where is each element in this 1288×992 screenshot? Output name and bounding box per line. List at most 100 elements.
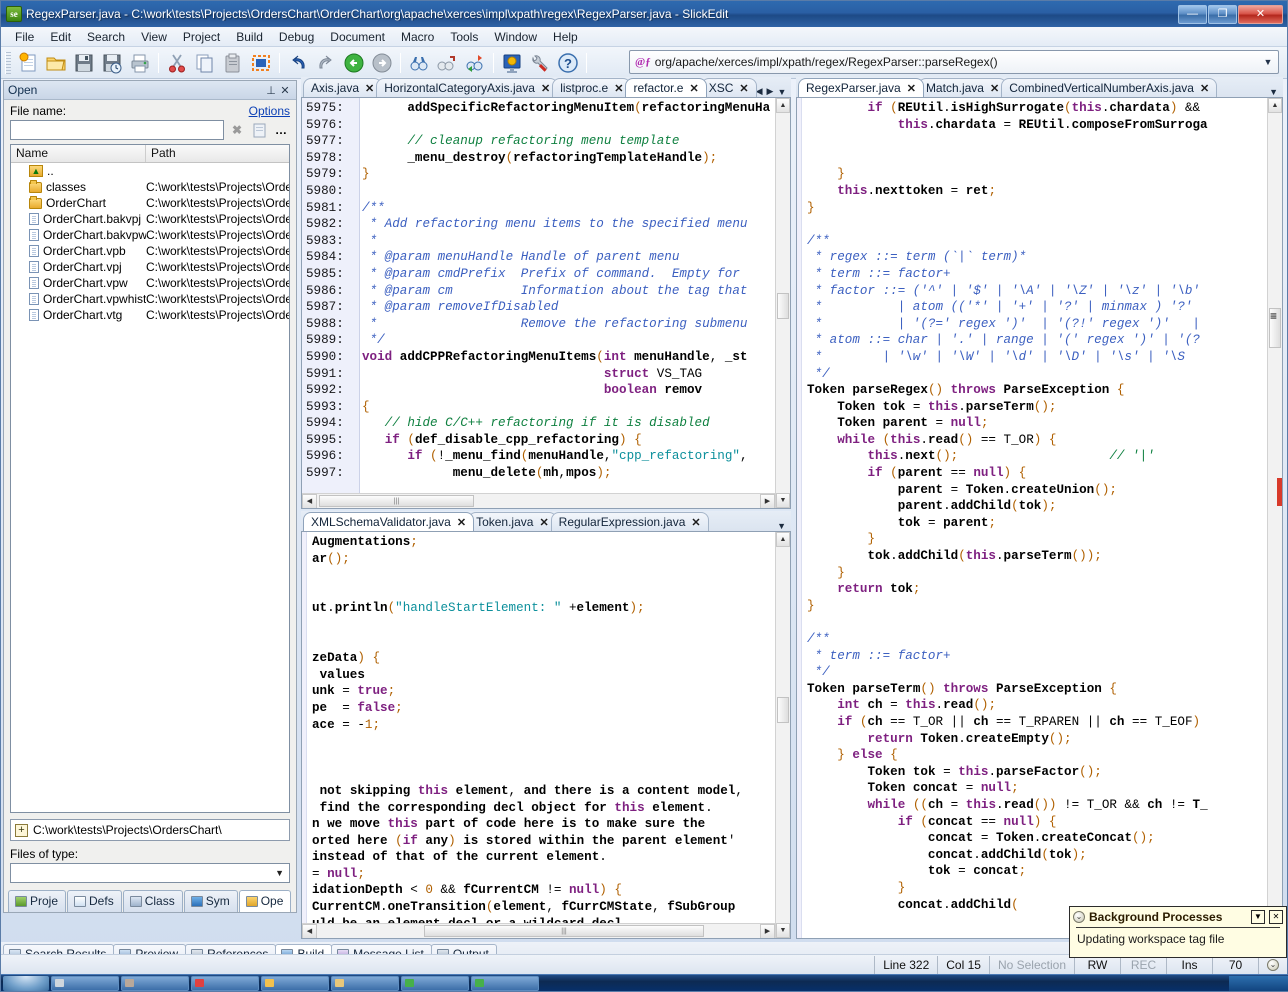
right-vscrollbar[interactable]: ▲ ≡ ▼ — [1267, 98, 1282, 938]
file-list-row[interactable]: ▲.. — [11, 163, 289, 179]
new-file-small-icon[interactable] — [250, 121, 268, 139]
scroll-thumb[interactable]: ||| — [319, 495, 474, 507]
editor-tab-combinedverticalnumberaxis-java[interactable]: CombinedVerticalNumberAxis.java ✕ — [1001, 78, 1218, 97]
center-bottom-code-pane[interactable]: Augmentations; ar(); ut.println("handleS… — [301, 531, 791, 939]
menu-debug[interactable]: Debug — [271, 28, 322, 46]
close-tab-icon[interactable]: ✕ — [365, 82, 374, 95]
editor-tab-xmlschemavalidator-java[interactable]: XMLSchemaValidator.java ✕ — [303, 512, 475, 531]
scroll-thumb[interactable] — [777, 293, 789, 319]
menu-project[interactable]: Project — [175, 28, 228, 46]
scroll-down-arrow[interactable]: ▼ — [776, 493, 790, 508]
taskbar-item[interactable] — [401, 975, 469, 991]
center-top-code-pane[interactable]: 5975: 5976: 5977: 5978: 5979: 5980: 5981… — [301, 97, 791, 509]
editor-tab-xsc[interactable]: XSC ✕ — [700, 78, 757, 97]
editor-tab-regexparser-java[interactable]: RegexParser.java ✕ — [798, 78, 924, 97]
file-list-row[interactable]: OrderChart.bakvpj C:\work\tests\Projects\… — [11, 211, 289, 227]
save-as-icon[interactable] — [99, 50, 125, 76]
tab-list-icon[interactable]: ▼ — [777, 87, 786, 97]
file-list-row[interactable]: classes C:\work\tests\Projects\OrdersC — [11, 179, 289, 195]
pin-icon[interactable]: ⊥ — [264, 84, 278, 97]
options-wrench-icon[interactable] — [527, 50, 553, 76]
menu-help[interactable]: Help — [545, 28, 586, 46]
close-tab-icon[interactable]: ✕ — [1200, 82, 1209, 95]
column-header-name[interactable]: Name — [11, 145, 146, 162]
file-list-row[interactable]: OrderChart.vpj C:\work\tests\Projects\Ord… — [11, 259, 289, 275]
current-path-box[interactable]: + C:\work\tests\Projects\OrdersChart\ — [10, 819, 290, 841]
redo-icon[interactable] — [313, 50, 339, 76]
file-list-row[interactable]: OrderChart.vtg C:\work\tests\Projects\Ord… — [11, 307, 289, 323]
menu-tools[interactable]: Tools — [442, 28, 486, 46]
scroll-down-arrow[interactable]: ▼ — [776, 923, 790, 938]
expand-path-icon[interactable]: + — [15, 823, 28, 837]
taskbar-item[interactable] — [191, 975, 259, 991]
scroll-left-arrow[interactable]: ◀ — [302, 494, 317, 508]
select-block-icon[interactable] — [248, 50, 274, 76]
status-indicator[interactable]: ⌄ — [1258, 955, 1287, 974]
close-tab-icon[interactable]: ✕ — [990, 82, 999, 95]
close-tab-icon[interactable]: ✕ — [457, 516, 466, 529]
scroll-thumb[interactable] — [777, 697, 789, 723]
file-list-row[interactable]: OrderChart.vpb C:\work\tests\Projects\Ord… — [11, 243, 289, 259]
center-bottom-hscrollbar[interactable]: ◀ ||| ▶ — [302, 923, 775, 938]
center-top-hscrollbar[interactable]: ◀ ||| ▶ — [302, 493, 775, 508]
menu-build[interactable]: Build — [228, 28, 271, 46]
close-tab-icon[interactable]: ✕ — [907, 82, 916, 95]
scroll-left-arrow[interactable]: ◀ — [302, 924, 317, 938]
scroll-thumb[interactable]: ||| — [424, 925, 704, 937]
clear-icon[interactable]: ✖ — [228, 121, 246, 139]
toolbar-grip[interactable] — [5, 51, 11, 74]
save-icon[interactable] — [71, 50, 97, 76]
minimize-button[interactable]: — — [1178, 4, 1207, 24]
close-button[interactable]: ✕ — [1238, 4, 1283, 24]
close-tab-icon[interactable]: ✕ — [614, 82, 623, 95]
maximize-button[interactable]: ❐ — [1208, 4, 1237, 24]
right-code-pane[interactable]: if (REUtil.isHighSurrogate(this.chardata… — [796, 97, 1283, 939]
copy-icon[interactable] — [192, 50, 218, 76]
replace-icon[interactable] — [462, 50, 488, 76]
menu-edit[interactable]: Edit — [42, 28, 79, 46]
taskbar-item[interactable] — [331, 975, 399, 991]
center-top-vscrollbar[interactable]: ▲ ▼ — [775, 98, 790, 508]
taskbar-item[interactable] — [471, 975, 539, 991]
file-list[interactable]: Name Path ▲.. classes C:\work\tests\Projec… — [10, 144, 290, 813]
dock-tab-proje[interactable]: Proje — [8, 890, 67, 912]
editor-tab-refactor-e[interactable]: refactor.e ✕ — [625, 78, 707, 97]
close-tab-icon[interactable]: ✕ — [541, 82, 550, 95]
editor-tab-token-java[interactable]: Token.java ✕ — [468, 512, 557, 531]
start-button[interactable] — [3, 975, 49, 991]
editor-tab-horizontalcategoryaxis-java[interactable]: HorizontalCategoryAxis.java ✕ — [376, 78, 559, 97]
center-bottom-code-text[interactable]: Augmentations; ar(); ut.println("handleS… — [312, 532, 775, 938]
close-tab-icon[interactable]: ✕ — [539, 516, 548, 529]
chevron-down-icon[interactable]: ▼ — [1260, 57, 1276, 67]
background-processes-popup[interactable]: ⌄ Background Processes ▼ ✕ Updating work… — [1069, 906, 1287, 958]
file-list-row[interactable]: OrderChart.bakvpw C:\work\tests\Projects\… — [11, 227, 289, 243]
file-name-input[interactable] — [10, 120, 224, 140]
undo-icon[interactable] — [285, 50, 311, 76]
center-top-code-text[interactable]: addSpecificRefactoringMenuItem(refactori… — [362, 98, 775, 508]
new-file-icon[interactable] — [15, 50, 41, 76]
taskbar-item[interactable] — [51, 975, 119, 991]
scroll-right-arrow[interactable]: ▶ — [760, 924, 775, 938]
tab-list-icon[interactable]: ▼ — [1269, 87, 1278, 97]
file-list-row[interactable]: OrderChart C:\work\tests\Projects\OrdersC — [11, 195, 289, 211]
menu-window[interactable]: Window — [486, 28, 545, 46]
menu-document[interactable]: Document — [322, 28, 393, 46]
help-icon[interactable]: ? — [555, 50, 581, 76]
tab-list-icon[interactable]: ▼ — [777, 521, 786, 531]
scroll-up-arrow[interactable]: ▲ — [1268, 98, 1282, 113]
editor-tab-axis-java[interactable]: Axis.java ✕ — [303, 78, 383, 97]
menu-search[interactable]: Search — [79, 28, 133, 46]
forward-icon[interactable] — [369, 50, 395, 76]
close-tab-icon[interactable]: ✕ — [691, 516, 700, 529]
cut-icon[interactable] — [164, 50, 190, 76]
files-of-type-combo[interactable]: ▼ — [10, 863, 290, 883]
scroll-right-arrow[interactable]: ▶ — [760, 494, 775, 508]
editor-tab-listproc-e[interactable]: listproc.e ✕ — [552, 78, 632, 97]
paste-icon[interactable] — [220, 50, 246, 76]
file-list-row[interactable]: OrderChart.vpw C:\work\tests\Projects\Ord… — [11, 275, 289, 291]
dock-tab-class[interactable]: Class — [122, 890, 183, 912]
collapse-circle-icon[interactable]: ⌄ — [1073, 911, 1085, 923]
menu-file[interactable]: File — [7, 28, 42, 46]
open-folder-icon[interactable] — [43, 50, 69, 76]
close-icon[interactable]: ✕ — [278, 84, 292, 97]
